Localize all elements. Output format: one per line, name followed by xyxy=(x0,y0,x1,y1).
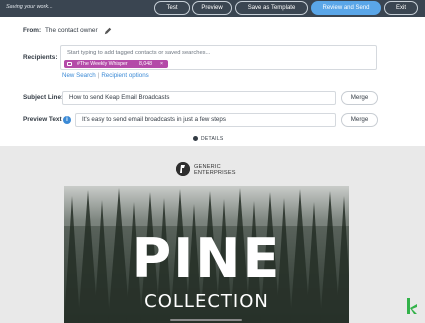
details-label: DETAILS xyxy=(201,136,224,142)
chevron-icon xyxy=(193,136,198,141)
brand-line2: ENTERPRISES xyxy=(194,170,236,177)
top-toolbar: Saving your work... Test Preview Save as… xyxy=(0,0,425,17)
preview-merge-button[interactable]: Merge xyxy=(341,113,378,127)
subject-merge-button[interactable]: Merge xyxy=(341,91,378,105)
review-and-send-button[interactable]: Review and Send xyxy=(311,1,381,15)
hero-title: PINE xyxy=(131,227,282,290)
subject-line-label: Subject Line: xyxy=(23,94,64,101)
hero-subtitle: COLLECTION xyxy=(144,291,269,312)
preview-text-input[interactable]: It's easy to send email broadcasts in ju… xyxy=(75,113,336,127)
recipients-placeholder: Start typing to add tagged contacts or s… xyxy=(67,50,211,56)
link-separator: | xyxy=(97,72,100,79)
tag-remove-button[interactable]: × xyxy=(160,60,163,68)
recipient-options-link[interactable]: Recipient options xyxy=(101,72,148,79)
preview-button[interactable]: Preview xyxy=(192,1,232,15)
tag-count: 8,048 xyxy=(139,61,152,67)
details-toggle[interactable]: DETAILS xyxy=(193,136,224,142)
save-status: Saving your work... xyxy=(6,4,53,10)
from-value: The contact owner xyxy=(45,27,98,34)
tag-icon xyxy=(67,62,72,66)
save-as-template-button[interactable]: Save as Template xyxy=(235,1,308,15)
exit-button[interactable]: Exit xyxy=(384,1,418,15)
brand-header: GENERIC ENTERPRISES xyxy=(176,162,246,180)
from-label: From: xyxy=(23,27,42,34)
recipient-tag[interactable]: #The Weekly Whisper 8,048 × xyxy=(64,60,168,68)
pencil-icon[interactable] xyxy=(104,27,112,35)
subject-line-input[interactable]: How to send Keap Email Broadcasts xyxy=(62,91,336,105)
hero-image: PINE COLLECTION xyxy=(64,186,349,323)
recipients-input[interactable]: Start typing to add tagged contacts or s… xyxy=(60,45,377,70)
email-preview: GENERIC ENTERPRISES PINE COLLECTION xyxy=(0,146,425,323)
test-button[interactable]: Test xyxy=(154,1,190,15)
brand-name: GENERIC ENTERPRISES xyxy=(194,164,236,176)
preview-text-label: Preview Text xyxy=(23,116,62,123)
keap-icon[interactable] xyxy=(405,296,420,316)
recipient-links: New Search | Recipient options xyxy=(62,72,149,79)
new-search-link[interactable]: New Search xyxy=(62,72,96,79)
tag-name: #The Weekly Whisper xyxy=(77,61,128,67)
horizontal-scrollbar[interactable] xyxy=(170,319,242,321)
info-icon[interactable]: i xyxy=(63,116,71,124)
broadcast-form: From: The contact owner Recipients: Star… xyxy=(0,17,425,146)
recipients-label: Recipients: xyxy=(23,54,58,61)
brand-logo-icon xyxy=(176,162,190,176)
